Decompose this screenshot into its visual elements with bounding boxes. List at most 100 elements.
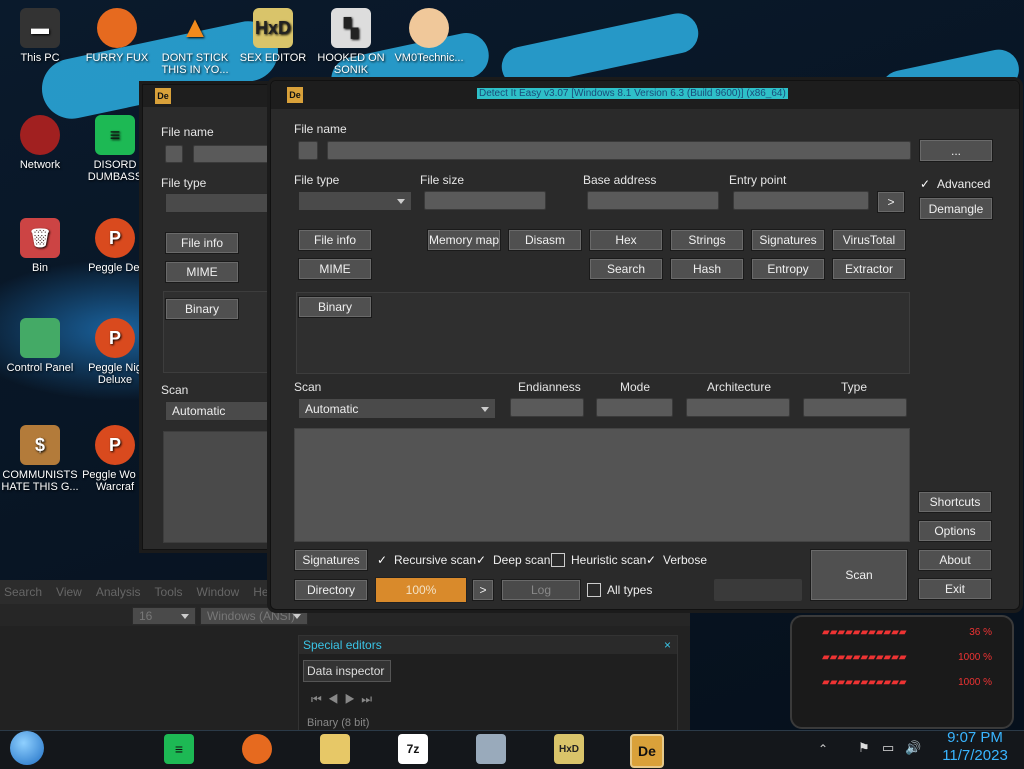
scan-results-area[interactable] [294, 428, 910, 542]
die-titlebar[interactable]: De Detect It Easy v3.07 [Windows 8.1 Ver… [271, 81, 1019, 109]
back-file-checkbox[interactable] [165, 145, 183, 163]
base-address-field[interactable] [587, 191, 719, 210]
browse-button[interactable]: ... [919, 139, 993, 162]
scan-mode-select[interactable]: Automatic [298, 398, 496, 419]
tray-up-arrow-icon[interactable]: ⌃ [818, 742, 828, 756]
spotify-icon: ≡ [95, 115, 135, 155]
options-button[interactable]: Options [918, 520, 992, 542]
tab-data-inspector[interactable]: Data inspector [303, 660, 391, 682]
advanced-checkbox[interactable]: ✓ Advanced [919, 177, 990, 191]
desktop-icon-this-pc[interactable]: ▬ This PC [0, 8, 80, 64]
file-checkbox[interactable] [298, 141, 318, 160]
virustotal-button[interactable]: VirusTotal [832, 229, 906, 251]
tray-volume-icon[interactable]: 🔊 [905, 740, 921, 756]
endianness-field[interactable] [510, 398, 584, 417]
spotify-taskbar-icon[interactable]: ≡ [164, 734, 194, 764]
close-icon[interactable]: × [664, 638, 677, 652]
desktop-icon-sex-editor[interactable]: HxD SEX EDITOR [233, 8, 313, 64]
desktop-icon-vm0technic[interactable]: VM0Technic... [389, 8, 469, 64]
file-type-select[interactable] [298, 191, 412, 211]
die-logo-icon: De [155, 88, 171, 104]
desktop-icon-communists[interactable]: $ COMMUNISTS HATE THIS G... [0, 425, 80, 493]
memory-map-button[interactable]: Memory map [427, 229, 501, 251]
file-info-button[interactable]: File info [298, 229, 372, 251]
back-file-type-select[interactable] [165, 193, 283, 213]
hex-button[interactable]: Hex [589, 229, 663, 251]
back-file-info-button[interactable]: File info [165, 232, 239, 254]
signatures-button[interactable]: Signatures [751, 229, 825, 251]
entropy-button[interactable]: Entropy [751, 258, 825, 280]
menu-search[interactable]: Search [4, 585, 42, 599]
font-size-select[interactable]: 16 [132, 607, 196, 625]
exit-button[interactable]: Exit [918, 578, 992, 600]
back-die-window: De File name File type File info MIME Bi… [142, 84, 285, 550]
money-bag-icon: $ [20, 425, 60, 465]
deep-scan-checkbox[interactable]: ✓ Deep scan [475, 553, 550, 567]
endianness-label: Endianness [518, 380, 581, 394]
file-size-field[interactable] [424, 191, 546, 210]
7zip-taskbar-icon[interactable]: 7z [398, 734, 428, 764]
binary-button[interactable]: Binary [298, 296, 372, 318]
hash-button[interactable]: Hash [670, 258, 744, 280]
search-button[interactable]: Search [589, 258, 663, 280]
entry-point-go-button[interactable]: > [877, 191, 905, 213]
menu-tools[interactable]: Tools [155, 585, 183, 599]
menu-window[interactable]: Window [197, 585, 240, 599]
monitor-taskbar-icon[interactable] [476, 734, 506, 764]
back-scan-label: Scan [161, 383, 189, 397]
menu-view[interactable]: View [56, 585, 82, 599]
demangle-button[interactable]: Demangle [919, 197, 993, 220]
back-scan-select[interactable]: Automatic [165, 401, 283, 421]
network-icon [20, 115, 60, 155]
scan-button[interactable]: Scan [810, 549, 908, 601]
next-button[interactable]: > [472, 579, 494, 601]
all-types-checkbox[interactable]: All types [587, 583, 652, 597]
about-button[interactable]: About [918, 549, 992, 571]
desktop-icon-network[interactable]: Network [0, 115, 80, 171]
directory-button[interactable]: Directory [294, 579, 368, 601]
mime-button[interactable]: MIME [298, 258, 372, 280]
navigation-icons[interactable]: ⏮◀▶⏭ [311, 692, 665, 707]
entry-point-label: Entry point [729, 173, 787, 187]
strings-button[interactable]: Strings [670, 229, 744, 251]
tray-network-icon[interactable]: ▭ [882, 740, 894, 756]
mode-label: Mode [620, 380, 651, 394]
start-orb-icon[interactable] [10, 731, 44, 765]
desktop-icon-vlc[interactable]: ▲ DONT STICK THIS IN YO... [155, 8, 235, 76]
firefox-taskbar-icon[interactable] [242, 734, 272, 764]
entry-point-field[interactable] [733, 191, 869, 210]
tray-flag-icon[interactable]: ⚑ [858, 740, 870, 756]
verbose-checkbox[interactable]: ✓ Verbose [645, 553, 707, 567]
back-mime-button[interactable]: MIME [165, 261, 239, 283]
shortcuts-button[interactable]: Shortcuts [918, 491, 992, 513]
menu-analysis[interactable]: Analysis [96, 585, 141, 599]
file-type-label: File type [294, 173, 340, 187]
architecture-field[interactable] [686, 398, 790, 417]
menu-help[interactable]: He [253, 585, 268, 599]
gauge-list: ▰▰▰▰▰▰▰▰▰▰▰ 36 % ▰▰▰▰▰▰▰▰▰▰▰ 1000 % ▰▰▰▰▰▰… [822, 627, 992, 688]
log-button[interactable]: Log [501, 579, 581, 601]
clock[interactable]: 9:07 PM 11/7/2023 [932, 729, 1018, 765]
desktop-icon-bin[interactable]: 🗑 Bin [0, 218, 80, 274]
game-icon: ▚ [331, 8, 371, 48]
disasm-button[interactable]: Disasm [508, 229, 582, 251]
die-taskbar-icon[interactable]: De [630, 734, 664, 768]
type-field[interactable] [803, 398, 907, 417]
checkmark-icon: ✓ [475, 553, 487, 567]
desktop-icon-furry-fux[interactable]: FURRY FUX [77, 8, 157, 64]
mode-field[interactable] [596, 398, 673, 417]
gauge-value: 1000 % [958, 652, 992, 663]
hxd-taskbar-icon[interactable]: HxD [554, 734, 584, 764]
recursive-scan-checkbox[interactable]: ✓ Recursive scan [376, 553, 476, 567]
vlc-cone-icon: ▲ [180, 11, 210, 44]
file-explorer-taskbar-icon[interactable] [320, 734, 350, 764]
desktop-icon-control-panel[interactable]: Control Panel [0, 318, 80, 374]
signatures-bottom-button[interactable]: Signatures [294, 549, 368, 571]
back-binary-button[interactable]: Binary [165, 298, 239, 320]
type-label: Type [841, 380, 868, 394]
progress-text: 100% [405, 583, 437, 597]
extractor-button[interactable]: Extractor [832, 258, 906, 280]
desktop-icon-hooked-on-sonik[interactable]: ▚ HOOKED ON SONIK [311, 8, 391, 76]
heuristic-scan-checkbox[interactable]: Heuristic scan [551, 553, 646, 567]
file-name-field[interactable] [327, 141, 911, 160]
